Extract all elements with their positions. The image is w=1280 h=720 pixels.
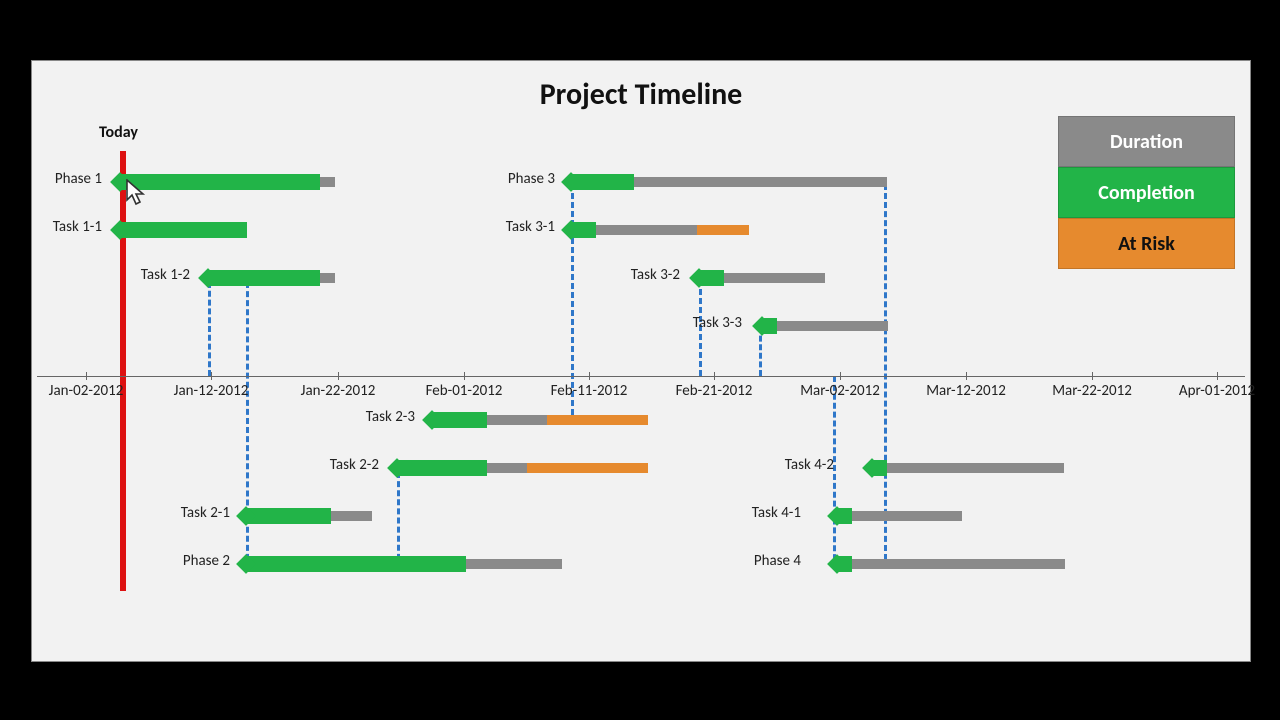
row-label: Task 3-1: [506, 218, 555, 236]
legend-duration: Duration: [1058, 116, 1235, 167]
bar-phase-3: Phase 3: [32, 174, 1250, 190]
axis-tick-label: Mar-02-2012: [800, 382, 880, 400]
row-label: Task 3-3: [693, 314, 742, 332]
legend: Duration Completion At Risk: [1058, 116, 1235, 269]
row-label: Task 4-2: [785, 456, 834, 474]
bar-task-3-1: Task 3-1: [32, 222, 1250, 238]
row-label: Phase 3: [508, 170, 555, 188]
today-marker: [120, 151, 126, 591]
bar-task-4-2: Task 4-2: [32, 460, 1250, 476]
date-axis: Jan-02-2012 Jan-12-2012 Jan-22-2012 Feb-…: [37, 376, 1245, 377]
row-label: Task 3-2: [631, 266, 680, 284]
axis-tick-label: Mar-22-2012: [1052, 382, 1132, 400]
chart-title: Project Timeline: [32, 76, 1250, 113]
cursor-icon: [125, 179, 147, 207]
axis-tick-label: Jan-12-2012: [174, 382, 249, 400]
today-label: Today: [99, 123, 138, 142]
bar-phase-4: Phase 4: [32, 556, 1250, 572]
row-label: Phase 4: [754, 552, 801, 570]
axis-tick-label: Jan-22-2012: [301, 382, 376, 400]
bar-task-3-2: Task 3-2: [32, 270, 1250, 286]
axis-tick-label: Feb-01-2012: [426, 382, 503, 400]
row-label: Task 4-1: [752, 504, 801, 522]
chart-canvas: Project Timeline Duration Completion At …: [31, 60, 1251, 662]
bar-task-4-1: Task 4-1: [32, 508, 1250, 524]
bar-task-2-3: Task 2-3: [32, 412, 1250, 428]
axis-tick-label: Apr-01-2012: [1179, 382, 1255, 400]
bar-task-3-3: Task 3-3: [32, 318, 1250, 334]
axis-tick-label: Mar-12-2012: [926, 382, 1006, 400]
row-label: Task 2-3: [366, 408, 415, 426]
axis-tick-label: Feb-11-2012: [551, 382, 628, 400]
axis-tick-label: Feb-21-2012: [676, 382, 753, 400]
axis-tick-label: Jan-02-2012: [49, 382, 124, 400]
